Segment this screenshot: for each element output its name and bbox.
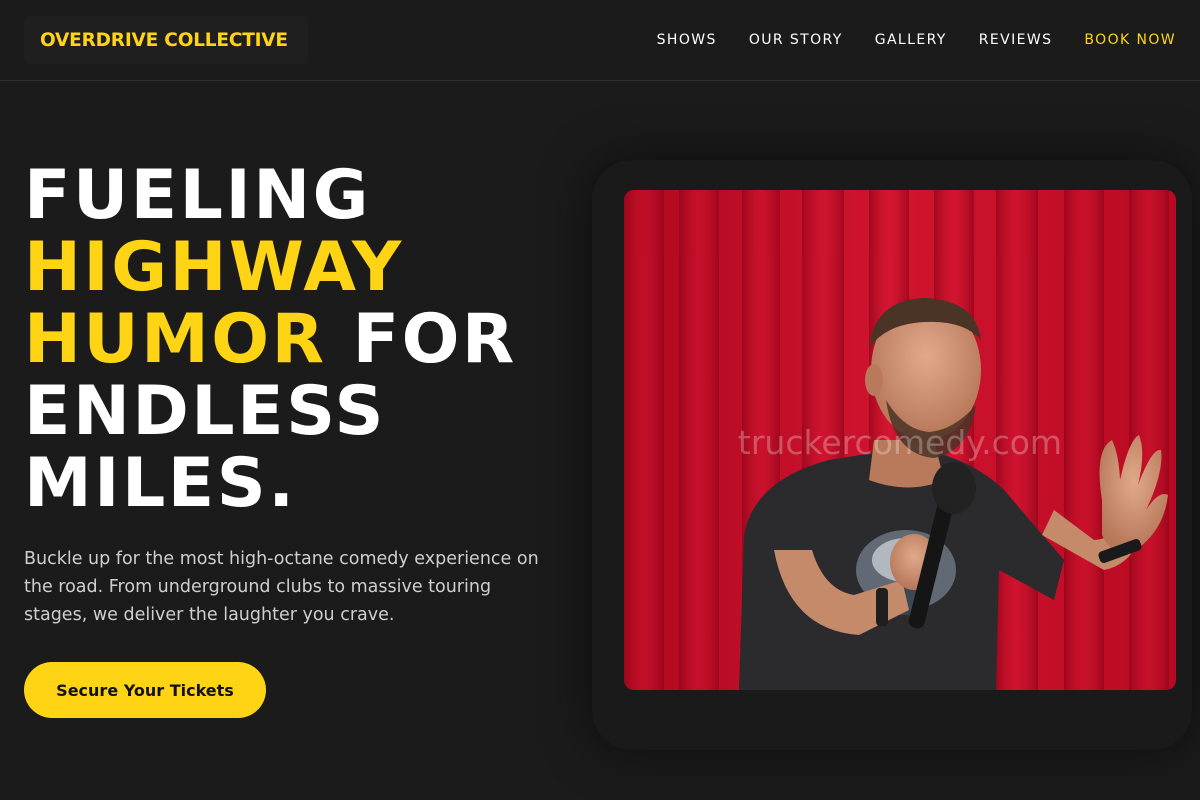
nav-gallery[interactable]: GALLERY <box>875 32 947 48</box>
comedian-photo-icon: truckercomedy.com <box>624 190 1176 690</box>
brand-logo[interactable]: OVERDRIVE COLLECTIVE <box>24 16 308 64</box>
hero-title-line-4: ENDLESS <box>24 372 386 451</box>
secure-tickets-button[interactable]: Secure Your Tickets <box>24 662 266 718</box>
hero-subtitle: Buckle up for the most high-octane comed… <box>24 549 539 625</box>
hero-title-highlight-1: HIGHWAY <box>24 228 404 307</box>
comedian-photo: truckercomedy.com <box>624 190 1176 690</box>
hero-title: FUELING HIGHWAY HUMOR FOR ENDLESS MILES. <box>24 160 584 520</box>
hero-title-highlight-2: HUMOR <box>24 300 327 379</box>
nav-shows[interactable]: SHOWS <box>657 32 717 48</box>
nav-book-now[interactable]: BOOK NOW <box>1084 32 1176 48</box>
hero-title-line-5: MILES. <box>24 444 297 523</box>
watermark-text: truckercomedy.com <box>738 423 1062 462</box>
hero-title-line-3: FOR <box>326 300 517 379</box>
page: OVERDRIVE COLLECTIVE SHOWS OUR STORY GAL… <box>0 0 1200 800</box>
nav-reviews[interactable]: REVIEWS <box>979 32 1053 48</box>
site-header: OVERDRIVE COLLECTIVE SHOWS OUR STORY GAL… <box>0 0 1200 81</box>
nav-our-story[interactable]: OUR STORY <box>749 32 843 48</box>
main-nav: SHOWS OUR STORY GALLERY REVIEWS BOOK NOW <box>657 0 1176 80</box>
hero-title-line-1: FUELING <box>24 156 371 235</box>
